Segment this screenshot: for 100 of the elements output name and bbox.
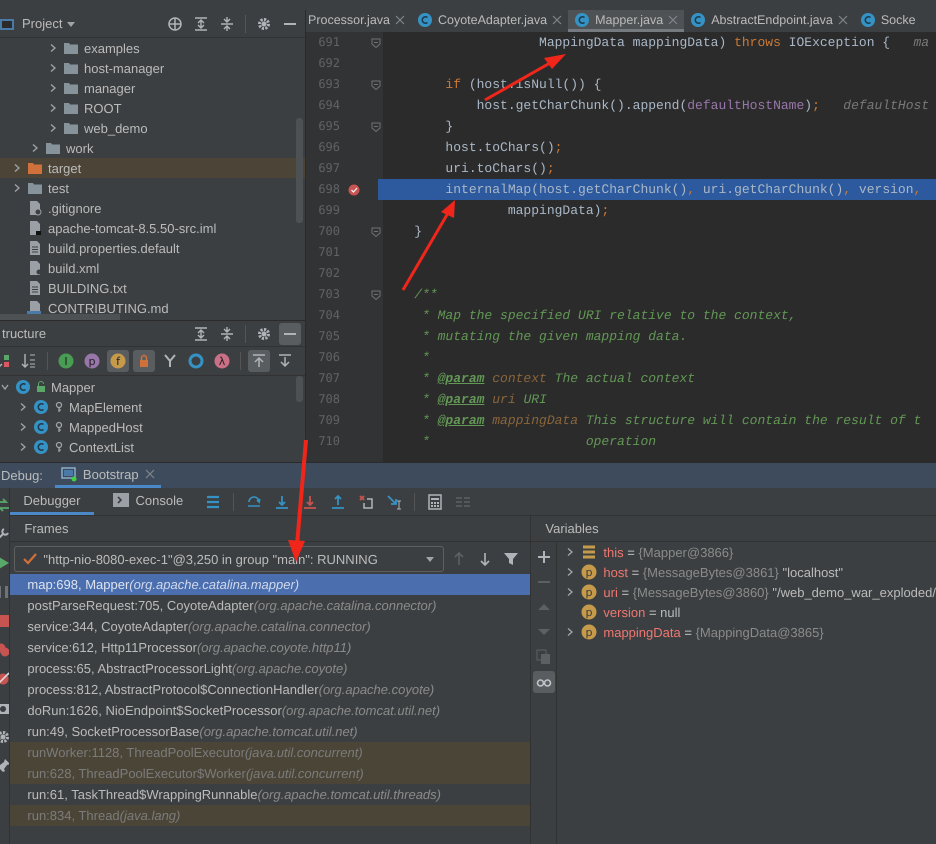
tree-item[interactable]: host-manager <box>84 60 164 76</box>
tree-item[interactable]: ROOT <box>84 100 122 116</box>
stack-frame[interactable]: map:698, Mapper(org.apache.catalina.mapper) <box>10 574 530 595</box>
console-icon <box>112 493 128 507</box>
variable-entry[interactable]: mappingData = {MappingData@3865} <box>603 624 824 640</box>
tree-row[interactable]: build.properties.default <box>0 238 305 258</box>
tree-row[interactable]: build.xml <box>0 258 305 278</box>
debugger-tab[interactable]: Console <box>100 488 196 515</box>
tree-row[interactable]: test <box>0 178 305 198</box>
code-line: * <box>421 350 430 365</box>
code-line: * Map the specified URI relative to the context, <box>421 308 796 323</box>
tree-row[interactable]: examples <box>0 38 305 58</box>
stack-frame[interactable]: run:61, TaskThread$WrappingRunnable(org.apache.tomcat.util.threads) <box>10 784 530 805</box>
code-line: host.toChars(); <box>444 140 562 155</box>
tree-item[interactable]: .gitignore <box>48 200 102 216</box>
dropdown-arrow-icon <box>425 554 436 564</box>
close-icon[interactable] <box>144 469 155 479</box>
file-icon <box>27 200 43 216</box>
code-line: uri.toChars(); <box>444 161 555 176</box>
tree-item[interactable]: target <box>48 160 82 176</box>
file-icon <box>27 260 43 276</box>
key-icon <box>54 421 64 433</box>
tree-item[interactable]: test <box>48 180 69 196</box>
pane-title: Variables <box>531 516 936 542</box>
fold-icon[interactable] <box>370 80 380 90</box>
file-tab[interactable]: Mapper.java <box>568 10 684 32</box>
stack-frame[interactable]: process:812, AbstractProtocol$ConnectionHandler(org.apache.coyote) <box>10 679 530 700</box>
fold-icon[interactable] <box>370 226 380 236</box>
tree-item[interactable]: apache-tomcat-8.5.50-src.iml <box>48 220 216 236</box>
file-tab[interactable]: Processor.java <box>306 10 411 32</box>
autoscroll-icon[interactable] <box>248 350 270 372</box>
class-icon <box>33 439 49 455</box>
tree-item[interactable]: Mapper <box>51 380 96 394</box>
code-line: * operation <box>421 434 656 449</box>
tree-item[interactable]: work <box>66 140 94 156</box>
tree-row[interactable]: manager <box>0 78 305 98</box>
key-icon <box>54 441 64 453</box>
tree-row[interactable]: web_demo <box>0 118 305 138</box>
fold-icon[interactable] <box>370 122 380 132</box>
field-icon: p <box>581 624 598 640</box>
panel-title: tructure <box>2 326 46 341</box>
tree-item[interactable]: ContextList <box>69 440 134 454</box>
tree-item[interactable]: build.xml <box>48 260 100 276</box>
class-icon <box>33 399 49 415</box>
fields-icon <box>581 544 598 560</box>
tree-row[interactable]: work <box>0 138 305 158</box>
tree-item[interactable]: MappedHost <box>69 420 143 434</box>
file-tab[interactable]: CoyoteAdapter.java <box>410 10 568 32</box>
glasses-icon[interactable] <box>532 671 555 693</box>
panel-title[interactable]: Project <box>22 16 62 31</box>
file-tab[interactable]: AbstractEndpoint.java <box>684 10 854 32</box>
scrollbar[interactable] <box>296 376 303 402</box>
stack-frame[interactable]: doRun:1626, NioEndpoint$SocketProcessor(org.apache.tomcat.util.net) <box>10 700 530 721</box>
hide-icon[interactable] <box>279 322 301 344</box>
class-icon <box>574 12 590 28</box>
tree-row[interactable]: host-manager <box>0 58 305 78</box>
close-icon[interactable] <box>552 14 562 24</box>
tree-row[interactable]: ROOT <box>0 98 305 118</box>
tree-item[interactable]: examples <box>84 40 140 56</box>
session-tab[interactable]: Bootstrap <box>54 463 161 488</box>
stack-frame[interactable]: postParseRequest:705, CoyoteAdapter(org.apache.catalina.connector) <box>10 595 530 616</box>
tree-item[interactable]: web_demo <box>84 120 148 136</box>
variable-entry[interactable]: host = {MessageBytes@3861} "localhost" <box>603 564 844 580</box>
breakpoint-icon[interactable] <box>348 184 360 196</box>
thread-dropdown[interactable]: "http-nio-8080-exec-1"@3,250 in group "main": RUNNING <box>14 546 444 572</box>
folder-icon <box>63 120 79 136</box>
code-line: } <box>413 224 422 239</box>
tree-row[interactable]: target <box>0 158 305 178</box>
folder-icon <box>27 180 43 196</box>
tree-item[interactable]: CONTRIBUTING.md <box>48 300 169 316</box>
stack-frame[interactable]: process:65, AbstractProcessorLight(org.apache.coyote) <box>10 658 530 679</box>
stack-frame[interactable]: service:612, Http11Processor(org.apache.coyote.http11) <box>10 637 530 658</box>
tree-item[interactable]: BUILDING.txt <box>48 280 127 296</box>
tree-row[interactable]: .gitignore <box>0 198 305 218</box>
debugger-tab[interactable]: Debugger <box>10 488 94 515</box>
lock-icon <box>36 381 46 393</box>
key-icon <box>54 401 64 413</box>
scrollbar[interactable] <box>0 314 120 320</box>
stack-frame[interactable]: service:344, CoyoteAdapter(org.apache.catalina.connector) <box>10 616 530 637</box>
fold-icon[interactable] <box>370 38 380 48</box>
tree-item[interactable]: manager <box>84 80 136 96</box>
code-line: internalMap(host.getCharChunk(), uri.getCharChunk(), version, <box>444 182 922 197</box>
close-icon[interactable] <box>838 14 848 24</box>
scrollbar[interactable] <box>296 118 303 223</box>
tree-row[interactable]: apache-tomcat-8.5.50-src.iml <box>0 218 305 238</box>
code-line: host.getCharChunk().append(defaultHostName); defaultHost <box>476 98 930 113</box>
filter-icon[interactable]: f <box>107 350 129 372</box>
lock-icon[interactable] <box>133 350 155 372</box>
close-icon[interactable] <box>394 14 405 24</box>
tree-item[interactable]: MapElement <box>69 400 142 414</box>
file-tab[interactable]: Socke <box>854 10 922 32</box>
field-icon: p <box>581 564 598 580</box>
tree-item[interactable]: build.properties.default <box>48 240 180 256</box>
variable-entry[interactable]: uri = {MessageBytes@3860} "/web_demo_war_exploded/ <box>603 584 936 600</box>
variable-entry[interactable]: this = {Mapper@3866} <box>603 544 734 560</box>
stack-frame[interactable]: run:49, SocketProcessorBase(org.apache.tomcat.util.net) <box>10 721 530 742</box>
variable-entry[interactable]: version = null <box>603 604 680 620</box>
fold-icon[interactable] <box>370 290 380 300</box>
folder-icon <box>63 60 79 76</box>
tree-row[interactable]: BUILDING.txt <box>0 278 305 298</box>
